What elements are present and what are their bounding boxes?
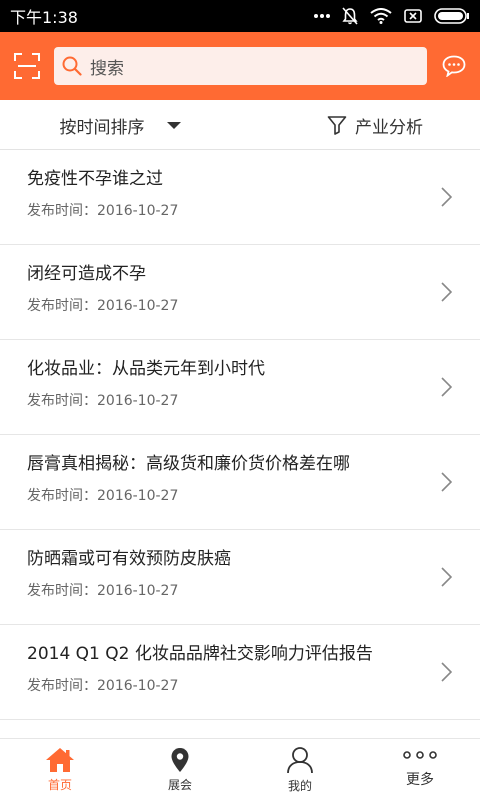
caret-down-icon	[166, 121, 181, 129]
chat-bubble-icon	[442, 55, 465, 77]
nav-label: 展会	[167, 777, 192, 792]
status-time: 下午1:38	[10, 8, 78, 27]
message-button[interactable]	[427, 32, 480, 100]
chevron-right-icon	[441, 472, 452, 492]
wifi-icon	[370, 8, 392, 24]
sim-blocked-icon	[404, 9, 422, 23]
more-dots-icon	[403, 751, 437, 759]
chevron-right-icon	[441, 282, 452, 302]
scan-button[interactable]	[0, 32, 54, 100]
article-item[interactable]: 防晒霜或可有效预防皮肤癌 发布时间：2016-10-27	[0, 530, 480, 625]
article-item[interactable]: 2014 Q1 Q2 化妆品品牌社交影响力评估报告 发布时间：2016-10-2…	[0, 625, 480, 720]
app-header: 搜索	[0, 32, 480, 100]
article-title: 化妆品业：从品类元年到小时代	[27, 359, 265, 379]
date-value: 2016-10-27	[97, 298, 179, 314]
article-date: 发布时间：2016-10-27	[27, 485, 178, 505]
chevron-right-icon	[441, 187, 452, 207]
nav-item-exhibition[interactable]: 展会	[120, 739, 240, 800]
article-item[interactable]: 闭经可造成不孕 发布时间：2016-10-27	[0, 245, 480, 340]
date-value: 2016-10-27	[97, 583, 179, 599]
article-date: 发布时间：2016-10-27	[27, 390, 178, 410]
date-value: 2016-10-27	[97, 678, 179, 694]
article-title: 2014 Q1 Q2 化妆品品牌社交影响力评估报告	[27, 644, 373, 664]
industry-analysis-filter[interactable]: 产业分析	[240, 100, 480, 150]
article-date: 发布时间：2016-10-27	[27, 580, 178, 600]
article-item[interactable]: 免疫性不孕谁之过 发布时间：2016-10-27	[0, 150, 480, 245]
date-label: 发布时间：	[27, 298, 97, 314]
date-label: 发布时间：	[27, 203, 97, 219]
article-item[interactable]: 化妆品业：从品类元年到小时代 发布时间：2016-10-27	[0, 340, 480, 435]
analysis-label: 产业分析	[355, 117, 423, 138]
chevron-right-icon	[441, 662, 452, 682]
nav-item-more[interactable]: 更多	[360, 739, 480, 800]
location-pin-icon	[171, 747, 189, 772]
nav-item-home[interactable]: 首页	[0, 739, 120, 800]
bottom-nav: 首页 展会 我的 更多	[0, 738, 480, 800]
article-date: 发布时间：2016-10-27	[27, 675, 178, 695]
search-input[interactable]: 搜索	[54, 47, 427, 85]
search-placeholder: 搜索	[90, 58, 124, 79]
article-date: 发布时间：2016-10-27	[27, 200, 178, 220]
article-list: 免疫性不孕谁之过 发布时间：2016-10-27 闭经可造成不孕 发布时间：20…	[0, 150, 480, 738]
sort-by-time-dropdown[interactable]: 按时间排序	[0, 100, 240, 150]
nav-item-mine[interactable]: 我的	[240, 739, 360, 800]
nav-label: 更多	[406, 772, 434, 788]
date-label: 发布时间：	[27, 393, 97, 409]
date-label: 发布时间：	[27, 678, 97, 694]
search-icon	[62, 56, 82, 76]
scan-icon	[14, 53, 40, 79]
article-title: 免疫性不孕谁之过	[27, 169, 163, 189]
sort-label: 按时间排序	[59, 117, 145, 138]
date-value: 2016-10-27	[97, 203, 179, 219]
home-icon	[46, 747, 74, 772]
date-label: 发布时间：	[27, 488, 97, 504]
more-dots-status-icon	[314, 14, 330, 18]
filter-funnel-icon	[327, 116, 347, 135]
article-title: 防晒霜或可有效预防皮肤癌	[27, 549, 231, 569]
article-title: 唇膏真相揭秘：高级货和廉价货价格差在哪	[27, 454, 350, 474]
date-value: 2016-10-27	[97, 393, 179, 409]
notifications-off-icon	[342, 7, 358, 25]
article-item[interactable]: 唇膏真相揭秘：高级货和廉价货价格差在哪 发布时间：2016-10-27	[0, 435, 480, 530]
person-icon	[287, 746, 313, 773]
battery-icon	[434, 8, 469, 24]
chevron-right-icon	[441, 377, 452, 397]
nav-label: 首页	[47, 777, 72, 792]
article-date: 发布时间：2016-10-27	[27, 295, 178, 315]
filter-bar: 按时间排序 产业分析	[0, 100, 480, 150]
article-title: 闭经可造成不孕	[27, 264, 146, 284]
date-label: 发布时间：	[27, 583, 97, 599]
nav-label: 我的	[287, 778, 312, 793]
chevron-right-icon	[441, 567, 452, 587]
status-icons	[314, 7, 470, 25]
status-bar: 下午1:38	[0, 0, 480, 32]
date-value: 2016-10-27	[97, 488, 179, 504]
